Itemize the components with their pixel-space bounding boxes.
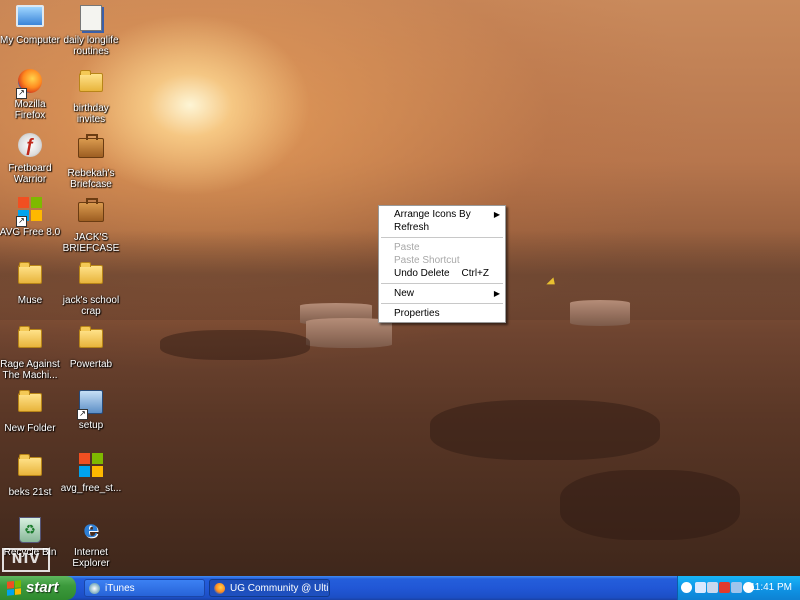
menu-separator bbox=[381, 237, 503, 238]
desktop-icon-powertab[interactable]: Powertab bbox=[59, 323, 123, 370]
icon-label: daily longlife routines bbox=[63, 35, 119, 57]
monitor-icon[interactable] bbox=[731, 582, 742, 593]
icon-label: beks 21st bbox=[8, 487, 52, 498]
shortcut-arrow-icon: ↗ bbox=[16, 88, 27, 99]
icon-label: Rage Against The Machi... bbox=[0, 359, 60, 381]
icon-label: New Folder bbox=[4, 423, 56, 434]
icon-label: JACK'S BRIEFCASE bbox=[62, 232, 120, 254]
clock[interactable]: 11:41 PM bbox=[750, 576, 792, 600]
desktop-icon-muse[interactable]: Muse bbox=[0, 259, 62, 306]
desktop-icon-setup[interactable]: ↗ setup bbox=[59, 387, 123, 431]
start-button[interactable]: start bbox=[0, 576, 76, 600]
icon-label: My Computer bbox=[0, 35, 60, 46]
folder-icon bbox=[18, 326, 42, 348]
folder-icon bbox=[79, 262, 103, 284]
taskbar: start iTunes UG Community @ Ulti... 11:4… bbox=[0, 576, 800, 600]
menu-item-shortcut: Ctrl+Z bbox=[461, 268, 490, 279]
recycle-bin-icon: ♻ bbox=[19, 517, 41, 543]
windows-logo-icon bbox=[7, 580, 21, 596]
desktop-icon-avg-free-setup[interactable]: avg_free_st... bbox=[59, 451, 123, 494]
menu-separator bbox=[381, 303, 503, 304]
desktop-icon-rage-against[interactable]: Rage Against The Machi... bbox=[0, 323, 62, 381]
desktop-icon-daily-longlife-routines[interactable]: daily longlife routines bbox=[59, 3, 123, 57]
avg-icon bbox=[79, 453, 103, 477]
my-computer-icon bbox=[16, 5, 44, 27]
menu-item-new[interactable]: New ▶ bbox=[379, 287, 505, 300]
menu-item-label: Arrange Icons By bbox=[394, 209, 471, 220]
icon-label: setup bbox=[78, 420, 104, 431]
desktop-icon-firefox[interactable]: ↗ Mozilla Firefox bbox=[0, 67, 62, 121]
icon-label: Powertab bbox=[69, 359, 113, 370]
desktop-icon-fretboard-warrior[interactable]: ƒ Fretboard Warrior bbox=[0, 131, 62, 185]
folder-icon bbox=[18, 454, 42, 476]
taskbar-button-ug-community[interactable]: UG Community @ Ulti... bbox=[209, 579, 330, 597]
menu-item-label: New bbox=[394, 288, 415, 299]
desktop[interactable]: My Computer ↗ Mozilla Firefox ƒ Fretboar… bbox=[0, 0, 800, 576]
menu-item-paste-shortcut: Paste Shortcut bbox=[379, 254, 505, 267]
desktop-icon-birthday-invites[interactable]: birthday invites bbox=[59, 67, 123, 125]
briefcase-icon bbox=[78, 198, 104, 222]
icon-label: jack's school crap bbox=[62, 295, 120, 317]
icon-label: avg_free_st... bbox=[60, 483, 122, 494]
folder-icon bbox=[79, 70, 103, 92]
desktop-context-menu: Arrange Icons By ▶ Refresh Paste Paste S… bbox=[378, 205, 506, 323]
menu-item-label: Refresh bbox=[394, 222, 430, 233]
tray-expand-icon[interactable] bbox=[681, 582, 692, 593]
itunes-icon bbox=[89, 583, 100, 594]
folder-icon bbox=[18, 390, 42, 412]
firefox-icon bbox=[214, 583, 225, 594]
icon-label: birthday invites bbox=[73, 103, 109, 125]
shortcut-arrow-icon: ↗ bbox=[16, 216, 27, 227]
desktop-icon-avg-free[interactable]: ↗ AVG Free 8.0 bbox=[0, 195, 62, 238]
document-icon bbox=[80, 5, 102, 31]
menu-item-undo-delete[interactable]: Undo Delete Ctrl+Z bbox=[379, 267, 505, 280]
briefcase-icon bbox=[78, 134, 104, 158]
icon-label: Mozilla Firefox bbox=[14, 99, 46, 121]
menu-item-paste: Paste bbox=[379, 241, 505, 254]
menu-item-label: Undo Delete bbox=[394, 268, 450, 279]
submenu-arrow-icon: ▶ bbox=[493, 289, 500, 298]
icon-label: Fretboard Warrior bbox=[8, 163, 52, 185]
background-tank bbox=[570, 300, 630, 326]
menu-item-properties[interactable]: Properties bbox=[379, 307, 505, 320]
background-ground bbox=[560, 470, 740, 540]
folder-icon bbox=[79, 326, 103, 348]
folder-icon bbox=[18, 262, 42, 284]
desktop-icon-my-computer[interactable]: My Computer bbox=[0, 3, 62, 46]
menu-item-label: Paste Shortcut bbox=[394, 255, 460, 266]
taskbar-button-label: iTunes bbox=[105, 583, 135, 594]
network-icon[interactable] bbox=[695, 582, 706, 593]
taskbar-button-itunes[interactable]: iTunes bbox=[84, 579, 205, 597]
desktop-icon-rebekahs-briefcase[interactable]: Rebekah's Briefcase bbox=[59, 131, 123, 190]
menu-item-arrange-icons-by[interactable]: Arrange Icons By ▶ bbox=[379, 208, 505, 221]
desktop-icon-new-folder[interactable]: New Folder bbox=[0, 387, 62, 434]
icon-label: Internet Explorer bbox=[72, 547, 110, 569]
icon-label: AVG Free 8.0 bbox=[0, 227, 61, 238]
system-tray: 11:41 PM bbox=[677, 576, 800, 600]
icon-label: Rebekah's Briefcase bbox=[67, 168, 115, 190]
watermark-logo: NIV bbox=[2, 548, 50, 572]
desktop-icon-internet-explorer[interactable]: e Internet Explorer bbox=[59, 514, 123, 570]
desktop-icon-jacks-briefcase[interactable]: JACK'S BRIEFCASE bbox=[59, 195, 123, 254]
speaker-icon[interactable] bbox=[707, 582, 718, 593]
security-icon[interactable] bbox=[719, 582, 730, 593]
background-ground bbox=[160, 330, 310, 360]
menu-item-label: Properties bbox=[394, 308, 440, 319]
menu-separator bbox=[381, 283, 503, 284]
start-label: start bbox=[26, 579, 59, 596]
flash-icon: ƒ bbox=[18, 133, 42, 157]
menu-item-label: Paste bbox=[394, 242, 420, 253]
desktop-icon-beks-21st[interactable]: beks 21st bbox=[0, 451, 62, 498]
shortcut-arrow-icon: ↗ bbox=[77, 409, 88, 420]
menu-item-refresh[interactable]: Refresh bbox=[379, 221, 505, 234]
icon-label: Muse bbox=[17, 295, 43, 306]
background-ground bbox=[430, 400, 660, 460]
internet-explorer-icon: e bbox=[83, 514, 99, 543]
desktop-icon-jacks-school-crap[interactable]: jack's school crap bbox=[59, 259, 123, 317]
submenu-arrow-icon: ▶ bbox=[493, 210, 500, 219]
taskbar-button-label: UG Community @ Ulti... bbox=[230, 583, 330, 594]
